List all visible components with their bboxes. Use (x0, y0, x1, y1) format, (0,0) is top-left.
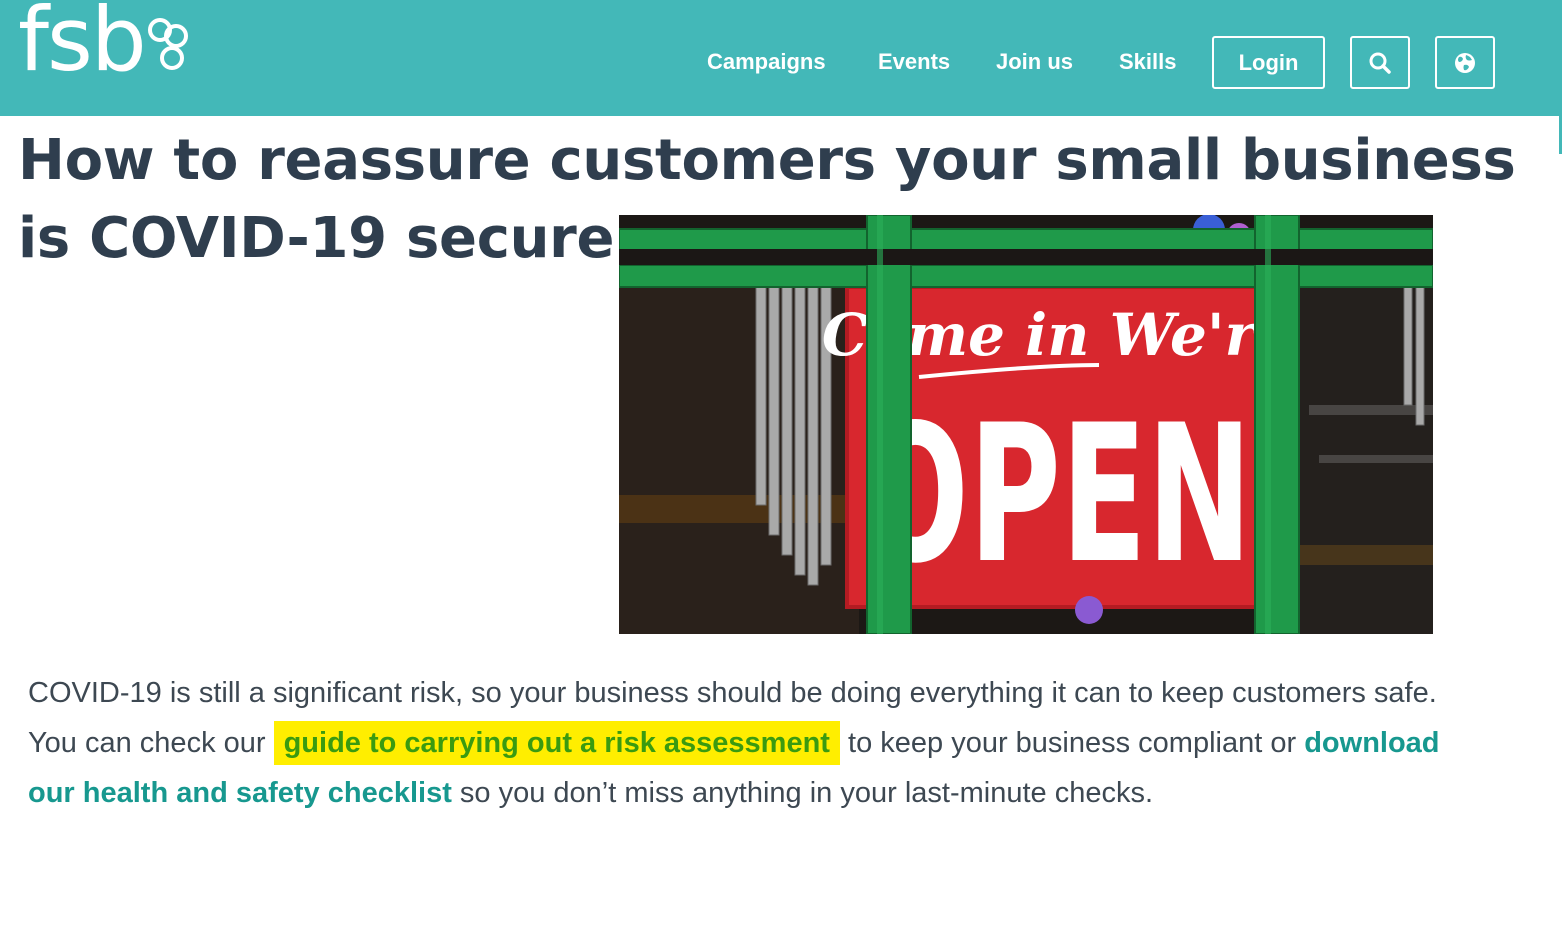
main-nav: Campaigns Events Join us Skills Login (0, 36, 1562, 90)
search-button[interactable] (1350, 36, 1410, 89)
nav-join-us[interactable]: Join us (996, 49, 1073, 75)
search-icon (1369, 52, 1391, 74)
open-sign-photo: Come in We're OPEN (619, 215, 1433, 634)
risk-assessment-guide-link[interactable]: guide to carrying out a risk assessment (273, 721, 840, 765)
language-button[interactable] (1435, 36, 1495, 89)
login-label: Login (1238, 49, 1299, 75)
globe-icon (1455, 52, 1475, 73)
nav-events[interactable]: Events (878, 49, 950, 75)
sign-main-text: OPEN (862, 384, 1252, 605)
paragraph-text-3: so you don’t miss anything in your last-… (451, 777, 1154, 809)
site-header: fsb Campaigns Events Join us Skills Logi… (0, 0, 1562, 116)
article-hero-image: Come in We're OPEN (619, 215, 1433, 634)
login-button[interactable]: Login (1212, 36, 1325, 89)
nav-skills[interactable]: Skills (1119, 49, 1176, 75)
paragraph-text-2: to keep your business compliant or (839, 727, 1305, 759)
article-intro-paragraph: COVID-19 is still a significant risk, so… (28, 668, 1448, 818)
nav-campaigns[interactable]: Campaigns (707, 49, 826, 75)
